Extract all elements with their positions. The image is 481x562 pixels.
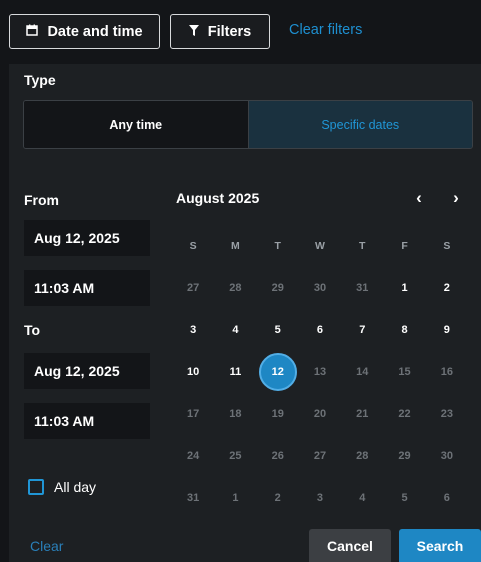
calendar-day[interactable]: 14	[341, 351, 383, 393]
calendar-day[interactable]: 28	[341, 435, 383, 477]
calendar-day[interactable]: 8	[383, 309, 425, 351]
calendar-day[interactable]: 30	[299, 267, 341, 309]
clear-filters-link[interactable]: Clear filters	[289, 22, 362, 38]
calendar-day[interactable]: 28	[214, 267, 256, 309]
calendar-week-row: 24 25 26 27 28 29 30	[172, 435, 468, 477]
clear-link[interactable]: Clear	[30, 538, 63, 554]
selected-day-circle: 12	[258, 353, 297, 391]
calendar-day[interactable]: 27	[172, 267, 214, 309]
calendar-day[interactable]: 3	[172, 309, 214, 351]
calendar-day[interactable]: 17	[172, 393, 214, 435]
calendar-day[interactable]: 25	[214, 435, 256, 477]
previous-month-button[interactable]: ‹	[409, 188, 429, 208]
calendar-week-row: 31 1 2 3 4 5 6	[172, 477, 468, 519]
calendar-day[interactable]: 3	[299, 477, 341, 519]
calendar-week-row: 27 28 29 30 31 1 2	[172, 267, 468, 309]
calendar-day[interactable]: 2	[426, 267, 468, 309]
calendar-day[interactable]: 6	[299, 309, 341, 351]
weekday-header-row: S M T W T F S	[172, 225, 468, 267]
type-option-any-time[interactable]: Any time	[24, 101, 248, 148]
calendar-week-row: 10 11 12 13 14 15 16	[172, 351, 468, 393]
calendar-day[interactable]: 1	[383, 267, 425, 309]
type-option-specific-dates[interactable]: Specific dates	[247, 101, 472, 148]
type-heading: Type	[24, 72, 56, 88]
date-and-time-button[interactable]: Date and time	[9, 14, 160, 49]
calendar-day[interactable]: 22	[383, 393, 425, 435]
calendar-day[interactable]: 4	[214, 309, 256, 351]
weekday-label: T	[359, 240, 366, 252]
calendar-grid: S M T W T F S 27 28 29 30 31 1 2 3 4 5 6…	[172, 225, 468, 519]
calendar-day-selected[interactable]: 12	[257, 351, 299, 393]
weekday-label: M	[231, 240, 240, 252]
funnel-icon	[188, 24, 199, 40]
calendar-day[interactable]: 26	[257, 435, 299, 477]
filters-label: Filters	[207, 23, 252, 40]
weekday-label: S	[443, 240, 451, 252]
calendar-day[interactable]: 23	[426, 393, 468, 435]
all-day-toggle[interactable]: All day	[28, 479, 96, 495]
calendar-day[interactable]: 5	[383, 477, 425, 519]
calendar-day[interactable]: 1	[214, 477, 256, 519]
calendar-day[interactable]: 11	[214, 351, 256, 393]
calendar-day[interactable]: 16	[426, 351, 468, 393]
calendar-day[interactable]: 18	[214, 393, 256, 435]
calendar-week-row: 17 18 19 20 21 22 23	[172, 393, 468, 435]
next-month-button[interactable]: ›	[446, 188, 466, 208]
from-date-field[interactable]: Aug 12, 2025	[24, 220, 150, 256]
to-date-field[interactable]: Aug 12, 2025	[24, 353, 150, 389]
calendar-icon	[26, 24, 39, 40]
type-segmented-control: Any time Specific dates	[23, 100, 473, 149]
from-label: From	[24, 192, 59, 208]
calendar-day[interactable]: 10	[172, 351, 214, 393]
calendar-day[interactable]: 7	[341, 309, 383, 351]
to-label: To	[24, 322, 41, 338]
calendar-day[interactable]: 20	[299, 393, 341, 435]
filter-toolbar: Date and time Filters Clear filters	[0, 0, 481, 64]
calendar-day[interactable]: 5	[257, 309, 299, 351]
all-day-checkbox[interactable]	[28, 479, 44, 495]
calendar-day[interactable]: 15	[383, 351, 425, 393]
calendar-day[interactable]: 19	[257, 393, 299, 435]
calendar-day[interactable]: 4	[341, 477, 383, 519]
filters-button[interactable]: Filters	[170, 14, 270, 49]
calendar-week-row: 3 4 5 6 7 8 9	[172, 309, 468, 351]
chevron-left-icon: ‹	[416, 188, 422, 207]
calendar-day[interactable]: 30	[426, 435, 468, 477]
calendar-day[interactable]: 29	[257, 267, 299, 309]
weekday-label: W	[315, 240, 325, 252]
search-button[interactable]: Search	[399, 529, 481, 562]
calendar-month-title: August 2025	[176, 190, 260, 206]
calendar-day[interactable]: 31	[172, 477, 214, 519]
to-time-field[interactable]: 11:03 AM	[24, 403, 150, 439]
calendar-day[interactable]: 31	[341, 267, 383, 309]
calendar-day[interactable]: 9	[426, 309, 468, 351]
calendar-day[interactable]: 2	[257, 477, 299, 519]
calendar-day[interactable]: 29	[383, 435, 425, 477]
from-time-field[interactable]: 11:03 AM	[24, 270, 150, 306]
cancel-button[interactable]: Cancel	[309, 529, 391, 562]
calendar-day[interactable]: 24	[172, 435, 214, 477]
calendar-day[interactable]: 27	[299, 435, 341, 477]
all-day-label: All day	[54, 479, 97, 495]
chevron-right-icon: ›	[453, 188, 459, 207]
calendar-day[interactable]: 21	[341, 393, 383, 435]
weekday-label: F	[401, 240, 408, 252]
weekday-label: S	[189, 240, 197, 252]
calendar-day[interactable]: 13	[299, 351, 341, 393]
weekday-label: T	[274, 240, 281, 252]
calendar-day[interactable]: 6	[426, 477, 468, 519]
date-and-time-label: Date and time	[47, 23, 143, 40]
